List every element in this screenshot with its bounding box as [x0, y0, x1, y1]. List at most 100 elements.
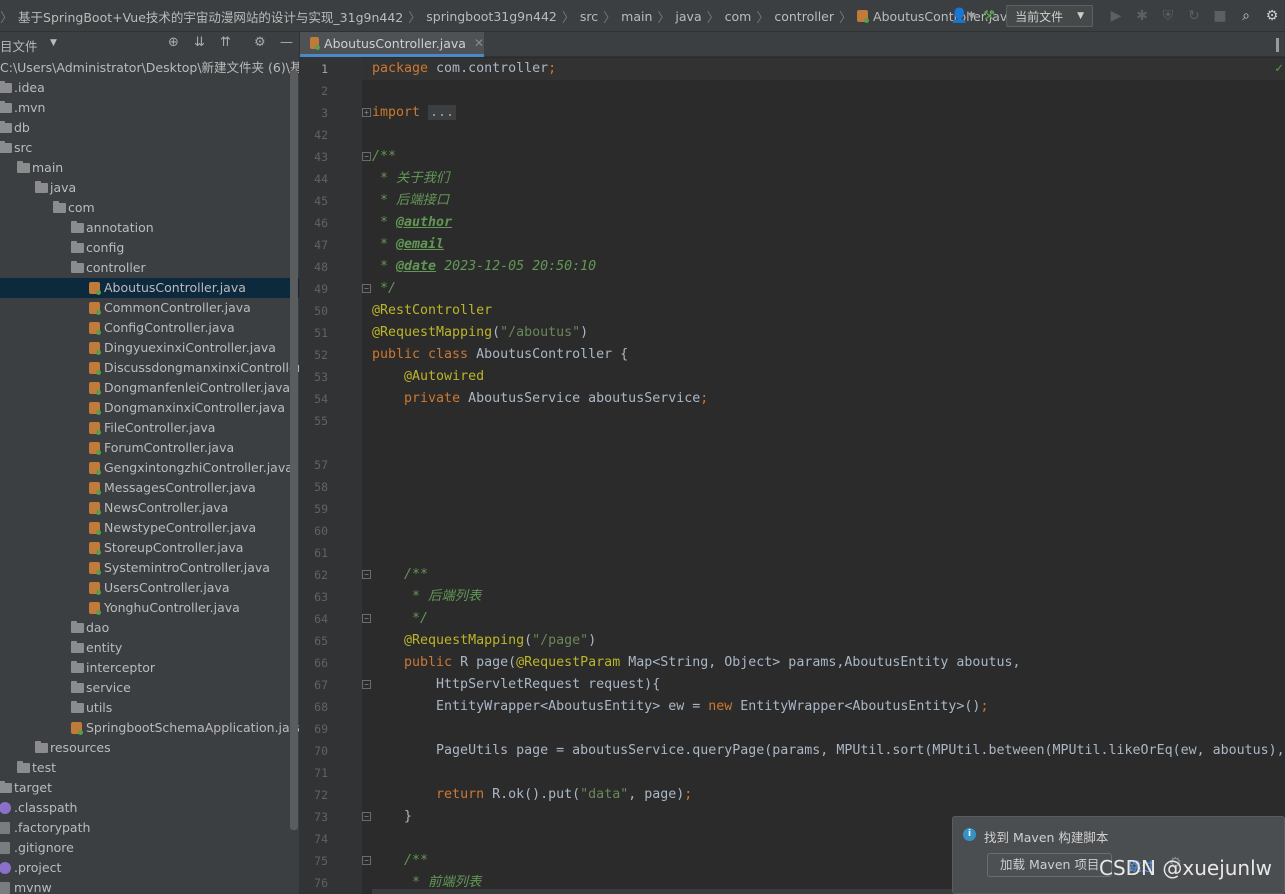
coverage-icon[interactable]: ⛨ [1155, 8, 1181, 24]
tree-file[interactable]: ForumController.java [0, 438, 299, 458]
code-line[interactable]: public R page(@RequestParam Map<String, … [372, 652, 1020, 674]
load-maven-button[interactable]: 加载 Maven 项目 [987, 853, 1113, 877]
tab-aboutus-controller[interactable]: AboutusController.java ✕ [300, 32, 484, 57]
code-line[interactable]: */ [372, 278, 396, 300]
tree-folder[interactable]: ›utils [0, 698, 299, 718]
code-line[interactable]: * 后端接口 [372, 190, 449, 212]
fold-collapse-icon[interactable]: − [362, 812, 371, 821]
code-line[interactable]: /** [372, 850, 428, 872]
tree-file[interactable]: CommonController.java [0, 298, 299, 318]
close-icon[interactable]: ✕ [474, 36, 484, 50]
code-line[interactable]: * @email [372, 234, 444, 256]
tree-folder[interactable]: ⌄com [0, 198, 299, 218]
code-line[interactable]: * 后端列表 [372, 586, 481, 608]
code-line[interactable]: /** [372, 564, 428, 586]
fold-collapse-icon[interactable]: − [362, 284, 371, 293]
tree-file[interactable]: StoreupController.java [0, 538, 299, 558]
code-line[interactable]: * @author [372, 212, 452, 234]
code-line[interactable]: public class AboutusController { [372, 344, 628, 366]
profile-icon[interactable]: ↻ [1181, 8, 1207, 24]
gear-icon[interactable]: ⚙ [254, 35, 266, 50]
user-icon[interactable]: 👤▾ [950, 8, 976, 24]
tree-file[interactable]: MessagesController.java [0, 478, 299, 498]
tree-folder[interactable]: db [0, 118, 299, 138]
tree-file[interactable]: NewstypeController.java [0, 518, 299, 538]
code-editor[interactable]: 1 2 3 42 43 44 45 46 47 48 49 50 51 52 53 54 55 57 58 59 60 6… [300, 57, 1285, 894]
fold-collapse-icon[interactable]: − [362, 614, 371, 623]
code-line[interactable]: * 关于我们 [372, 168, 449, 190]
project-root-path[interactable]: C:\Users\Administrator\Desktop\新建文件夹 (6)… [0, 58, 299, 78]
tree-folder[interactable]: ⌄controller [0, 258, 299, 278]
tree-folder[interactable]: src [0, 138, 299, 158]
tree-file[interactable]: DingyuexinxiController.java [0, 338, 299, 358]
tree-file[interactable]: AboutusController.java [0, 278, 299, 298]
code-line[interactable]: package com.controller; [372, 58, 556, 80]
code-line[interactable]: @RequestMapping("/aboutus") [372, 322, 588, 344]
tree-file[interactable]: .classpath [0, 798, 299, 818]
tree-file[interactable]: .factorypath [0, 818, 299, 838]
tree-file[interactable]: SystemintroController.java [0, 558, 299, 578]
tree-folder[interactable]: ›dao [0, 618, 299, 638]
code-line[interactable]: return R.ok().put("data", page); [372, 784, 692, 806]
tree-folder[interactable]: .idea [0, 78, 299, 98]
tree-file[interactable]: SpringbootSchemaApplication.java [0, 718, 299, 738]
breadcrumb-item[interactable]: main [621, 9, 652, 24]
code-line[interactable]: @RequestMapping("/page") [372, 630, 596, 652]
fold-collapse-icon[interactable]: − [362, 680, 371, 689]
code-line[interactable]: HttpServletRequest request){ [372, 674, 660, 696]
tree-folder[interactable]: test [0, 758, 299, 778]
tree-file[interactable]: DiscussdongmanxinxiController.java [0, 358, 299, 378]
settings-icon[interactable]: ⚙ [1259, 8, 1285, 24]
inspection-ok-icon[interactable]: ✓ [1275, 61, 1283, 76]
tree-folder[interactable]: ›config [0, 238, 299, 258]
tree-file[interactable]: YonghuController.java [0, 598, 299, 618]
tree-folder[interactable]: .mvn [0, 98, 299, 118]
tree-file[interactable]: .project [0, 858, 299, 878]
breadcrumb-item[interactable]: 基于SpringBoot+Vue技术的宇宙动漫网站的设计与实现_31g9n442 [18, 7, 403, 26]
tree-file[interactable]: mvnw [0, 878, 299, 894]
breadcrumb-item[interactable]: src [580, 9, 598, 24]
tree-folder[interactable]: ›entity [0, 638, 299, 658]
code-line[interactable]: private AboutusService aboutusService; [372, 388, 708, 410]
code-line[interactable]: import ... [372, 102, 457, 124]
code-line[interactable]: } [372, 806, 412, 828]
run-configuration-select[interactable]: 当前文件 ▼ [1006, 5, 1093, 27]
search-icon[interactable]: ⌕ [1233, 8, 1259, 24]
expand-all-icon[interactable]: ⇊ [194, 35, 205, 50]
code-line[interactable]: @Autowired [372, 366, 484, 388]
tree-file[interactable]: NewsController.java [0, 498, 299, 518]
tree-folder[interactable]: ›resources [0, 738, 299, 758]
minimize-icon[interactable]: — [280, 35, 293, 50]
run-icon[interactable]: ▶ [1103, 8, 1129, 24]
code-line[interactable]: /** [372, 146, 396, 168]
code-line[interactable]: * @date 2023-12-05 20:50:10 [372, 256, 596, 278]
tree-folder[interactable]: ⌄java [0, 178, 299, 198]
tree-file[interactable]: .gitignore [0, 838, 299, 858]
stop-icon[interactable]: ■ [1207, 8, 1233, 24]
code-line[interactable]: PageUtils page = aboutusService.queryPag… [372, 740, 1285, 762]
tree-file[interactable]: DongmanxinxiController.java [0, 398, 299, 418]
fold-collapse-icon[interactable]: − [362, 570, 371, 579]
chevron-down-icon[interactable]: ▼ [50, 38, 57, 48]
collapse-all-icon[interactable]: ⇈ [220, 35, 231, 50]
breadcrumb-item[interactable]: controller [774, 9, 834, 24]
tree-file[interactable]: DongmanfenleiController.java [0, 378, 299, 398]
code-line[interactable]: @RestController [372, 300, 492, 322]
tree-folder[interactable]: ›annotation [0, 218, 299, 238]
tree-folder[interactable]: ⌄main [0, 158, 299, 178]
project-panel-title[interactable]: 目文件 [0, 36, 38, 55]
breadcrumb-item[interactable]: com [725, 9, 752, 24]
locate-icon[interactable]: ⊕ [168, 35, 179, 50]
tree-file[interactable]: FileController.java [0, 418, 299, 438]
build-hammer-icon[interactable]: ⚒ [976, 8, 1002, 24]
code-line[interactable]: EntityWrapper<AboutusEntity> ew = new En… [372, 696, 988, 718]
tree-file[interactable]: GengxintongzhiController.java [0, 458, 299, 478]
code-line[interactable]: */ [372, 608, 428, 630]
fold-collapse-icon[interactable]: − [362, 856, 371, 865]
tree-folder[interactable]: target [0, 778, 299, 798]
project-scrollbar[interactable] [290, 70, 298, 830]
fold-collapse-icon[interactable]: − [362, 152, 371, 161]
debug-icon[interactable]: ✱ [1129, 8, 1155, 24]
tree-folder[interactable]: ›service [0, 678, 299, 698]
breadcrumb-item[interactable]: springboot31g9n442 [426, 9, 557, 24]
